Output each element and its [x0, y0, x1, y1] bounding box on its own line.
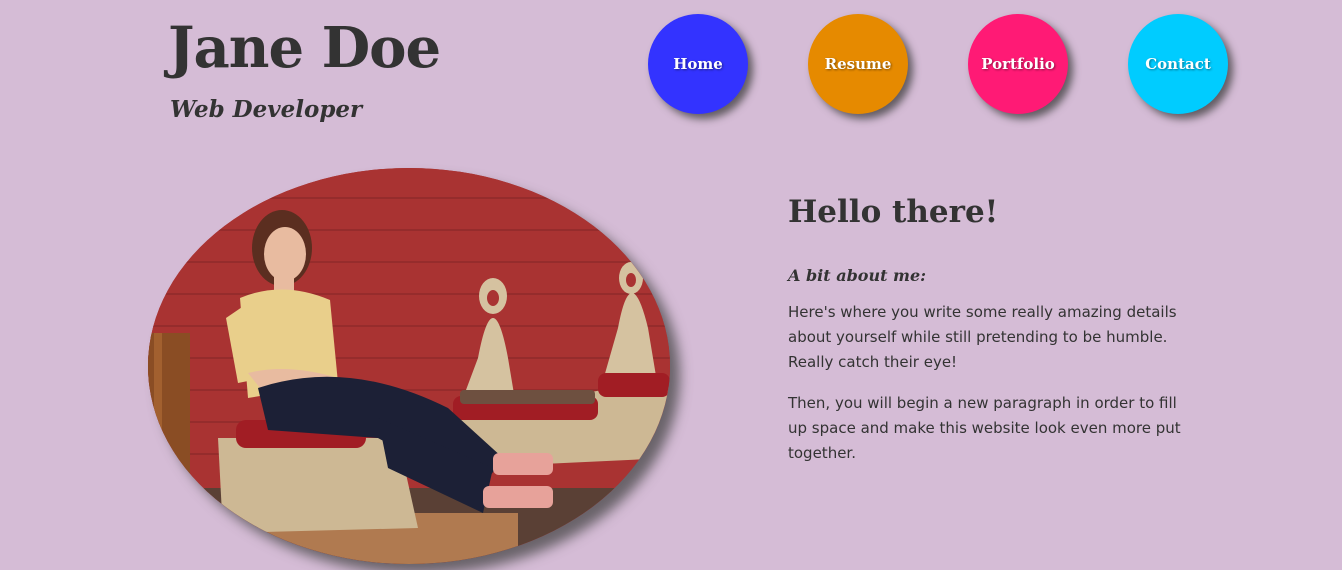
greeting-heading: Hello there!	[788, 194, 999, 230]
about-paragraph: Here's where you write some really amazi…	[788, 303, 1177, 371]
about-paragraph: Then, you will begin a new paragraph in …	[788, 394, 1181, 462]
nav-contact-button[interactable]: Contact	[1128, 14, 1228, 114]
site-title: Jane Doe	[168, 15, 441, 81]
nav-resume-button[interactable]: Resume	[808, 14, 908, 114]
site-subtitle: Web Developer	[170, 96, 363, 123]
nav-portfolio-button[interactable]: Portfolio	[968, 14, 1068, 114]
about-heading: A bit about me:	[788, 266, 927, 285]
nav-home-button[interactable]: Home	[648, 14, 748, 114]
profile-photo	[148, 168, 670, 564]
page: Jane Doe Web Developer Home Resume Portf…	[0, 0, 1342, 570]
